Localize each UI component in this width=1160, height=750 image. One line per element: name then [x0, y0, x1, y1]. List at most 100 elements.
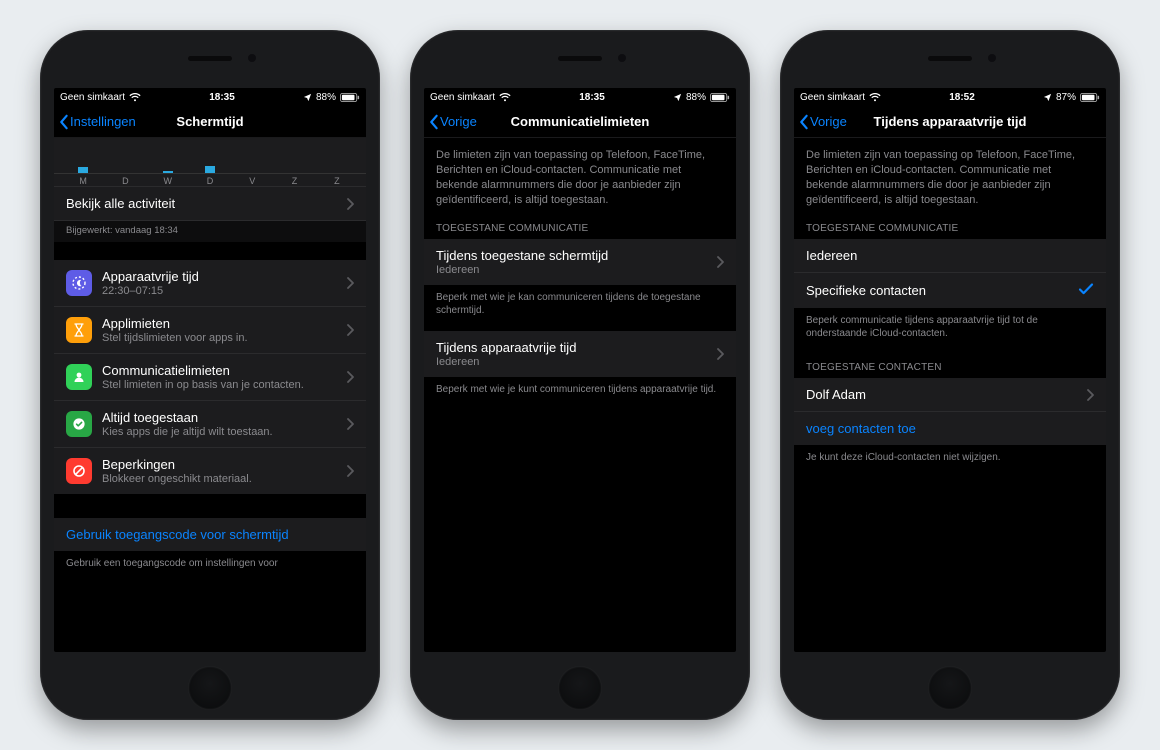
back-button[interactable]: Instellingen — [58, 114, 136, 130]
row-sublabel: 22:30–07:15 — [102, 285, 347, 297]
nav-bar: Instellingen Schermtijd — [54, 106, 366, 138]
carrier-label: Geen simkaart — [60, 92, 125, 103]
row-label: Iedereen — [806, 248, 1094, 263]
row-footer: Beperk met wie je kunt communiceren tijd… — [424, 377, 736, 402]
nav-title: Tijdens apparaatvrije tijd — [874, 114, 1027, 129]
restrictions-row[interactable]: Beperkingen Blokkeer ongeschikt materiaa… — [54, 447, 366, 494]
nav-bar: Vorige Tijdens apparaatvrije tijd — [794, 106, 1106, 138]
passcode-footer: Gebruik een toegangscode om instellingen… — [54, 551, 366, 576]
row-label: voeg contacten toe — [806, 421, 1094, 436]
during-allowed-screentime-row[interactable]: Tijdens toegestane schermtijd Iedereen — [424, 239, 736, 285]
row-label: Tijdens toegestane schermtijd — [436, 248, 717, 263]
row-label: Altijd toegestaan — [102, 410, 347, 425]
chevron-right-icon — [347, 371, 354, 383]
row-label: Bekijk alle activiteit — [66, 196, 347, 211]
back-label: Vorige — [810, 114, 847, 129]
clock: 18:35 — [579, 92, 605, 103]
checkmark-icon — [1078, 282, 1094, 299]
location-icon — [1043, 93, 1052, 102]
clock: 18:35 — [209, 92, 235, 103]
location-icon — [673, 93, 682, 102]
contact-row[interactable]: Dolf Adam — [794, 378, 1106, 411]
intro-text: De limieten zijn van toepassing op Telef… — [424, 138, 736, 207]
row-footer: Beperk met wie je kan communiceren tijde… — [424, 285, 736, 323]
chevron-left-icon — [58, 114, 69, 130]
carrier-label: Geen simkaart — [430, 92, 495, 103]
chevron-right-icon — [347, 324, 354, 336]
carrier-label: Geen simkaart — [800, 92, 865, 103]
home-button[interactable] — [188, 666, 232, 710]
add-contacts-row[interactable]: voeg contacten toe — [794, 411, 1106, 445]
phone-1: Geen simkaart 18:35 88% — [40, 30, 380, 720]
option-everyone-row[interactable]: Iedereen — [794, 239, 1106, 272]
screen-2: Geen simkaart 18:35 88% — [424, 88, 736, 652]
row-label: Beperkingen — [102, 457, 347, 472]
chevron-right-icon — [347, 418, 354, 430]
row-sublabel: Iedereen — [436, 264, 717, 276]
front-camera — [248, 54, 256, 62]
row-label: Applimieten — [102, 316, 347, 331]
back-button[interactable]: Vorige — [428, 114, 477, 130]
option-footer: Beperk communicatie tijdens apparaatvrij… — [794, 308, 1106, 346]
row-sublabel: Stel tijdslimieten voor apps in. — [102, 332, 347, 344]
row-label: Communicatielimieten — [102, 363, 347, 378]
chevron-right-icon — [717, 348, 724, 360]
row-label: Tijdens apparaatvrije tijd — [436, 340, 717, 355]
row-label: Specifieke contacten — [806, 283, 1078, 298]
section-header-allowed-communication: TOEGESTANE COMMUNICATIE — [794, 207, 1106, 239]
wifi-icon — [129, 93, 141, 102]
last-updated-label: Bijgewerkt: vandaag 18:34 — [54, 220, 366, 242]
location-icon — [303, 93, 312, 102]
back-label: Vorige — [440, 114, 477, 129]
phone-2: Geen simkaart 18:35 88% — [410, 30, 750, 720]
row-sublabel: Iedereen — [436, 356, 717, 368]
view-all-activity-row[interactable]: Bekijk alle activiteit — [54, 186, 366, 220]
nav-title: Schermtijd — [176, 114, 243, 129]
screen-1: Geen simkaart 18:35 88% — [54, 88, 366, 652]
home-button[interactable] — [928, 666, 972, 710]
back-button[interactable]: Vorige — [798, 114, 847, 130]
chevron-left-icon — [428, 114, 439, 130]
nav-title: Communicatielimieten — [511, 114, 650, 129]
person-icon — [66, 364, 92, 390]
home-button[interactable] — [558, 666, 602, 710]
battery-percent: 88% — [316, 92, 336, 103]
communication-limits-row[interactable]: Communicatielimieten Stel limieten in op… — [54, 353, 366, 400]
status-bar: Geen simkaart 18:35 88% — [424, 88, 736, 106]
battery-icon — [710, 93, 730, 102]
battery-icon — [340, 93, 360, 102]
chevron-right-icon — [347, 198, 354, 210]
chevron-right-icon — [347, 277, 354, 289]
front-camera — [988, 54, 996, 62]
status-bar: Geen simkaart 18:52 87% — [794, 88, 1106, 106]
row-label: Apparaatvrije tijd — [102, 269, 347, 284]
nav-bar: Vorige Communicatielimieten — [424, 106, 736, 138]
option-specific-contacts-row[interactable]: Specifieke contacten — [794, 272, 1106, 308]
chevron-right-icon — [717, 256, 724, 268]
during-downtime-row[interactable]: Tijdens apparaatvrije tijd Iedereen — [424, 331, 736, 377]
row-sublabel: Blokkeer ongeschikt materiaal. — [102, 473, 347, 485]
chevron-right-icon — [1087, 389, 1094, 401]
battery-percent: 87% — [1056, 92, 1076, 103]
screen-3: Geen simkaart 18:52 87% — [794, 88, 1106, 652]
clock: 18:52 — [949, 92, 975, 103]
section-header-allowed-communication: TOEGESTANE COMMUNICATIE — [424, 207, 736, 239]
always-allowed-row[interactable]: Altijd toegestaan Kies apps die je altij… — [54, 400, 366, 447]
hourglass-icon — [66, 317, 92, 343]
downtime-row[interactable]: Apparaatvrije tijd 22:30–07:15 — [54, 260, 366, 306]
block-icon — [66, 458, 92, 484]
chevron-right-icon — [347, 465, 354, 477]
contacts-footer: Je kunt deze iCloud-contacten niet wijzi… — [794, 445, 1106, 470]
usage-chart[interactable]: M D W D V Z Z — [54, 138, 366, 186]
phone-3: Geen simkaart 18:52 87% — [780, 30, 1120, 720]
intro-text: De limieten zijn van toepassing op Telef… — [794, 138, 1106, 207]
battery-icon — [1080, 93, 1100, 102]
wifi-icon — [499, 93, 511, 102]
row-label: Gebruik toegangscode voor schermtijd — [66, 527, 354, 542]
front-camera — [618, 54, 626, 62]
app-limits-row[interactable]: Applimieten Stel tijdslimieten voor apps… — [54, 306, 366, 353]
chevron-left-icon — [798, 114, 809, 130]
wifi-icon — [869, 93, 881, 102]
use-passcode-row[interactable]: Gebruik toegangscode voor schermtijd — [54, 518, 366, 551]
section-header-allowed-contacts: TOEGESTANE CONTACTEN — [794, 346, 1106, 378]
